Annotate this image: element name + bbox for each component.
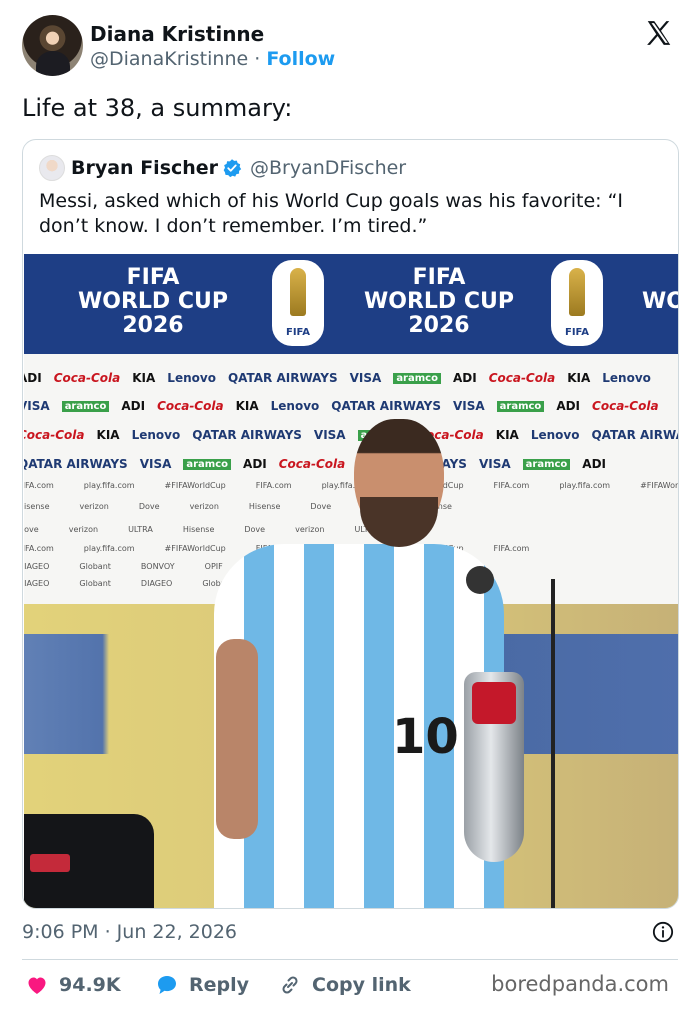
boredpanda-watermark: boredpanda.com <box>491 972 669 996</box>
sponsor-logo: KIA <box>132 371 156 385</box>
quoted-tweet-card[interactable]: Bryan Fischer @BryanDFischer Messi, aske… <box>22 139 679 909</box>
separator-dot: · <box>254 48 261 70</box>
quoted-author-handle[interactable]: @BryanDFischer <box>250 157 406 179</box>
sponsor-text: play.fifa.com <box>559 480 611 490</box>
sponsor-logo: QATAR AIRWAYS <box>591 428 678 442</box>
banner-title-1: FIFA WORLD CUP 2026 <box>78 265 228 338</box>
microphone-icon <box>466 566 494 594</box>
sponsor-logo: KIA <box>567 371 591 385</box>
quoted-author-avatar[interactable] <box>39 155 65 181</box>
sponsor-logo: ADI <box>121 399 146 413</box>
sponsor-logo: Coca-Cola <box>592 399 659 413</box>
tweet-actions: 94.9K Reply Copy link boredpanda.com <box>25 970 685 1000</box>
tweet-text: Life at 38, a summary: <box>22 94 293 122</box>
sponsor-text: ULTRA <box>128 524 153 534</box>
sponsor-text: play.fifa.com <box>83 543 135 553</box>
like-count: 94.9K <box>59 974 121 996</box>
x-logo-icon[interactable] <box>644 18 674 48</box>
sponsor-logo: ADI <box>556 399 581 413</box>
sponsor-logo: VISA <box>349 371 382 385</box>
fifa-banner: FIFA WORLD CUP 2026 FIFA FIFA WORLD CUP … <box>24 254 678 354</box>
sponsor-text: play.fifa.com <box>83 480 135 490</box>
sponsor-logo: Coca-Cola <box>24 428 85 442</box>
player-of-match-trophy <box>464 672 524 862</box>
tweet-header: Diana Kristinne @DianaKristinne · Follow <box>22 15 682 79</box>
copy-link-label: Copy link <box>312 974 411 996</box>
reply-button[interactable]: Reply <box>155 970 249 1000</box>
tattooed-arm <box>216 639 258 839</box>
sponsor-text: DIAGEO <box>24 561 50 571</box>
jersey-number: 10 <box>392 709 459 765</box>
player-beard <box>360 497 438 547</box>
sponsor-logo: ADI <box>582 457 607 471</box>
sponsor-text: Hisense <box>24 501 50 511</box>
sponsor-row: ADI Coca-Cola KIA Lenovo QATAR AIRWAYS VISA ar… <box>24 366 678 390</box>
sponsor-logo: aramco <box>61 400 110 412</box>
sponsor-logo: Lenovo <box>270 399 320 413</box>
copy-link-button[interactable]: Copy link <box>278 970 411 1000</box>
sponsor-text: Globant <box>79 561 111 571</box>
sponsor-logo: QATAR AIRWAYS <box>24 457 128 471</box>
like-button[interactable]: 94.9K <box>25 970 121 1000</box>
sponsor-logo: Lenovo <box>602 371 651 385</box>
sponsor-logo: aramco <box>393 372 441 384</box>
sponsor-logo: QATAR AIRWAYS <box>331 399 441 413</box>
sponsor-logo: VISA <box>24 399 50 413</box>
info-icon[interactable] <box>652 921 674 943</box>
heart-icon <box>28 977 46 994</box>
world-cup-trophy-logo: FIFA <box>272 260 324 346</box>
divider <box>22 959 678 960</box>
author-handle-line: @DianaKristinne · Follow <box>90 48 335 70</box>
sponsor-text: DIAGEO <box>140 578 173 588</box>
sponsor-text: FIFA.com <box>24 543 54 553</box>
camera-foreground <box>24 814 154 908</box>
sponsor-text: DIAGEO <box>24 578 50 588</box>
tweet-timestamp[interactable]: 9:06 PM · Jun 22, 2026 <box>22 921 237 943</box>
sponsor-logo: ADI <box>24 371 42 385</box>
microphone-stand <box>551 579 555 908</box>
banner-title-edge: WO <box>642 289 678 314</box>
sponsor-logo: VISA <box>139 457 172 471</box>
sponsor-logo: Lenovo <box>131 428 181 442</box>
author-avatar[interactable] <box>22 15 83 76</box>
player-figure: 10 <box>214 419 504 908</box>
sponsor-logo: KIA <box>96 428 120 442</box>
sponsor-row: VISA aramco ADI Coca-Cola KIA Lenovo QATAR AIR… <box>24 394 678 418</box>
sponsor-logo: Coca-Cola <box>157 399 224 413</box>
sponsor-logo: Lenovo <box>530 428 580 442</box>
verified-badge-icon <box>223 159 242 178</box>
quoted-tweet-text: Messi, asked which of his World Cup goal… <box>39 190 624 237</box>
author-handle[interactable]: @DianaKristinne <box>90 48 248 70</box>
sponsor-logo: aramco <box>496 400 545 412</box>
speech-bubble-icon <box>158 976 176 994</box>
world-cup-trophy-logo: FIFA <box>551 260 603 346</box>
reply-label: Reply <box>189 974 250 996</box>
sponsor-logo: Lenovo <box>167 371 216 385</box>
sponsor-logo: Coca-Cola <box>488 371 556 385</box>
sponsor-logo: Coca-Cola <box>53 371 121 385</box>
sponsor-text: verizon <box>79 501 109 511</box>
quoted-author-name[interactable]: Bryan Fischer <box>71 157 218 179</box>
sponsor-text: Hisense <box>182 524 215 534</box>
sponsor-logo: ADI <box>452 371 477 385</box>
link-icon <box>282 976 298 994</box>
author-name[interactable]: Diana Kristinne <box>90 22 264 46</box>
sponsor-text: FIFA.com <box>24 480 54 490</box>
follow-button[interactable]: Follow <box>266 48 335 70</box>
banner-title-2: FIFA WORLD CUP 2026 <box>364 265 514 338</box>
sponsor-logo: VISA <box>452 399 485 413</box>
sponsor-text: BONVOY <box>140 561 175 571</box>
sponsor-logo: QATAR AIRWAYS <box>227 371 338 385</box>
sponsor-logo: aramco <box>522 458 571 470</box>
sponsor-text: Dove <box>24 524 39 534</box>
sponsor-text: Dove <box>138 501 160 511</box>
sponsor-text: verizon <box>68 524 99 534</box>
press-conference-photo[interactable]: FIFA WORLD CUP 2026 FIFA FIFA WORLD CUP … <box>24 254 678 908</box>
sponsor-logo: KIA <box>235 399 259 413</box>
sponsor-text: #FIFAWorldCup <box>640 480 678 490</box>
sponsor-text: Globant <box>79 578 111 588</box>
